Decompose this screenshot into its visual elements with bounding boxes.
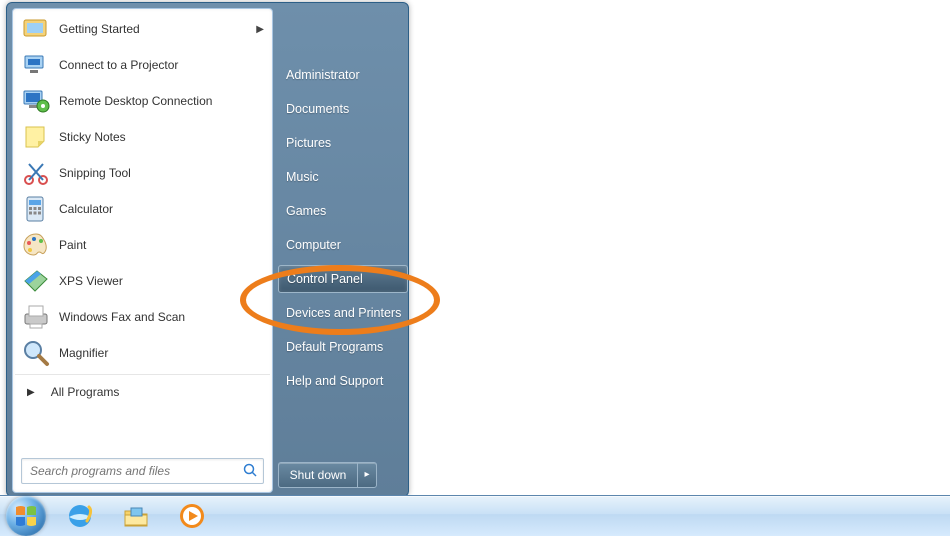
places-control-panel[interactable]: Control Panel [278, 265, 408, 293]
program-calculator[interactable]: Calculator [15, 191, 270, 227]
program-label: Magnifier [59, 346, 264, 360]
program-getting-started[interactable]: Getting Started ▶ [15, 11, 270, 47]
shutdown-group: Shut down ▸ [278, 462, 377, 486]
search-row [13, 452, 272, 492]
all-programs-arrow-icon: ▶ [27, 387, 35, 398]
program-fax-scan[interactable]: Windows Fax and Scan [15, 299, 270, 335]
places-games[interactable]: Games [278, 197, 408, 225]
shutdown-options-button[interactable]: ▸ [357, 462, 377, 488]
program-xps-viewer[interactable]: XPS Viewer [15, 263, 270, 299]
search-icon [243, 463, 257, 480]
program-label: Remote Desktop Connection [59, 94, 264, 108]
start-menu: Getting Started ▶ Connect to a Projector… [6, 2, 409, 497]
snipping-tool-icon [21, 158, 51, 188]
places-pictures[interactable]: Pictures [278, 129, 408, 157]
folder-icon [122, 502, 150, 530]
program-label: Snipping Tool [59, 166, 264, 180]
getting-started-icon [21, 14, 51, 44]
places-computer[interactable]: Computer [278, 231, 408, 259]
fax-scan-icon [21, 302, 51, 332]
recent-programs-list: Getting Started ▶ Connect to a Projector… [13, 9, 272, 373]
chevron-right-icon: ▸ [364, 469, 369, 480]
search-input[interactable] [28, 463, 243, 479]
programs-panel: Getting Started ▶ Connect to a Projector… [12, 8, 273, 493]
places-music[interactable]: Music [278, 163, 408, 191]
taskbar-windows-explorer[interactable] [110, 497, 162, 535]
all-programs-label: All Programs [51, 385, 120, 399]
sticky-notes-icon [21, 122, 51, 152]
program-label: XPS Viewer [59, 274, 264, 288]
program-connect-projector[interactable]: Connect to a Projector [15, 47, 270, 83]
taskbar [0, 495, 950, 536]
program-magnifier[interactable]: Magnifier [15, 335, 270, 371]
places-panel: Administrator Documents Pictures Music G… [278, 61, 408, 401]
remote-desktop-icon [21, 86, 51, 116]
program-label: Connect to a Projector [59, 58, 264, 72]
windows-logo-icon [14, 504, 38, 528]
start-button[interactable] [6, 496, 46, 536]
xps-viewer-icon [21, 266, 51, 296]
paint-icon [21, 230, 51, 260]
search-box[interactable] [21, 458, 264, 484]
program-remote-desktop[interactable]: Remote Desktop Connection [15, 83, 270, 119]
shutdown-button[interactable]: Shut down [278, 462, 357, 488]
program-label: Paint [59, 238, 264, 252]
separator [15, 374, 270, 375]
program-label: Windows Fax and Scan [59, 310, 264, 324]
program-sticky-notes[interactable]: Sticky Notes [15, 119, 270, 155]
internet-explorer-icon [66, 502, 94, 530]
program-label: Sticky Notes [59, 130, 264, 144]
places-help-support[interactable]: Help and Support [278, 367, 408, 395]
places-default-programs[interactable]: Default Programs [278, 333, 408, 361]
taskbar-media-player[interactable] [166, 497, 218, 535]
submenu-arrow-icon: ▶ [256, 24, 264, 35]
magnifier-icon [21, 338, 51, 368]
all-programs-item[interactable]: ▶ All Programs [13, 376, 272, 408]
taskbar-internet-explorer[interactable] [54, 497, 106, 535]
media-player-icon [178, 502, 206, 530]
spacer [13, 408, 272, 452]
program-paint[interactable]: Paint [15, 227, 270, 263]
places-devices-printers[interactable]: Devices and Printers [278, 299, 408, 327]
projector-icon [21, 50, 51, 80]
program-label: Getting Started [59, 22, 256, 36]
calculator-icon [21, 194, 51, 224]
program-snipping-tool[interactable]: Snipping Tool [15, 155, 270, 191]
places-administrator[interactable]: Administrator [278, 61, 408, 89]
places-documents[interactable]: Documents [278, 95, 408, 123]
program-label: Calculator [59, 202, 264, 216]
